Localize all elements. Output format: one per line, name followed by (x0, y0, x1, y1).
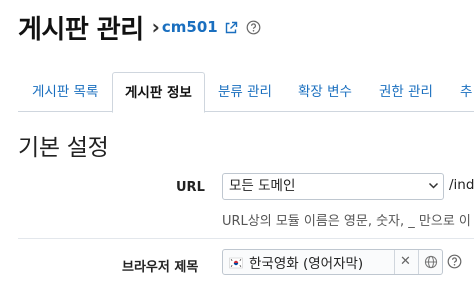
tab-board-list[interactable]: 게시판 목록 (32, 72, 98, 112)
tab-extra-variables[interactable]: 확장 변수 (298, 72, 352, 112)
chevron-down-icon (428, 175, 439, 206)
globe-icon[interactable] (418, 250, 442, 274)
browser-title-input[interactable]: 한국영화 (영어자막) ✕ (222, 249, 443, 275)
domain-select[interactable]: 모든 도메인 (222, 173, 444, 200)
tab-category-management[interactable]: 분류 관리 (218, 72, 272, 112)
url-label: URL (176, 180, 205, 195)
row-divider (18, 238, 474, 239)
browser-title-value: 한국영화 (영어자막) (249, 256, 364, 272)
korea-flag-icon (229, 255, 243, 269)
clear-button[interactable]: ✕ (394, 250, 416, 274)
section-title: 기본 설정 (18, 135, 109, 161)
question-circle-icon[interactable] (246, 20, 261, 35)
tab-permission-management[interactable]: 권한 관리 (379, 72, 433, 112)
question-circle-icon[interactable] (447, 254, 462, 269)
tab-more[interactable]: 추 (460, 72, 472, 112)
browser-title-label: 브라우저 제목 (122, 260, 199, 275)
breadcrumb-chevron-icon: › (151, 15, 160, 39)
domain-select-value: 모든 도메인 (229, 178, 296, 194)
tab-bar: 게시판 목록 게시판 정보 분류 관리 확장 변수 권한 관리 추 (18, 72, 474, 113)
tab-board-info[interactable]: 게시판 정보 (112, 72, 205, 113)
page-header: 게시판 관리 › cm501 (18, 6, 261, 48)
url-help-text: URL상의 모듈 이름은 영문, 숫자, _ 만으로 이 (222, 214, 471, 229)
page-title: 게시판 관리 (18, 14, 144, 45)
url-path-text: /inde (449, 177, 474, 193)
external-link-icon[interactable] (224, 20, 238, 34)
module-id-link[interactable]: cm501 (162, 18, 218, 36)
